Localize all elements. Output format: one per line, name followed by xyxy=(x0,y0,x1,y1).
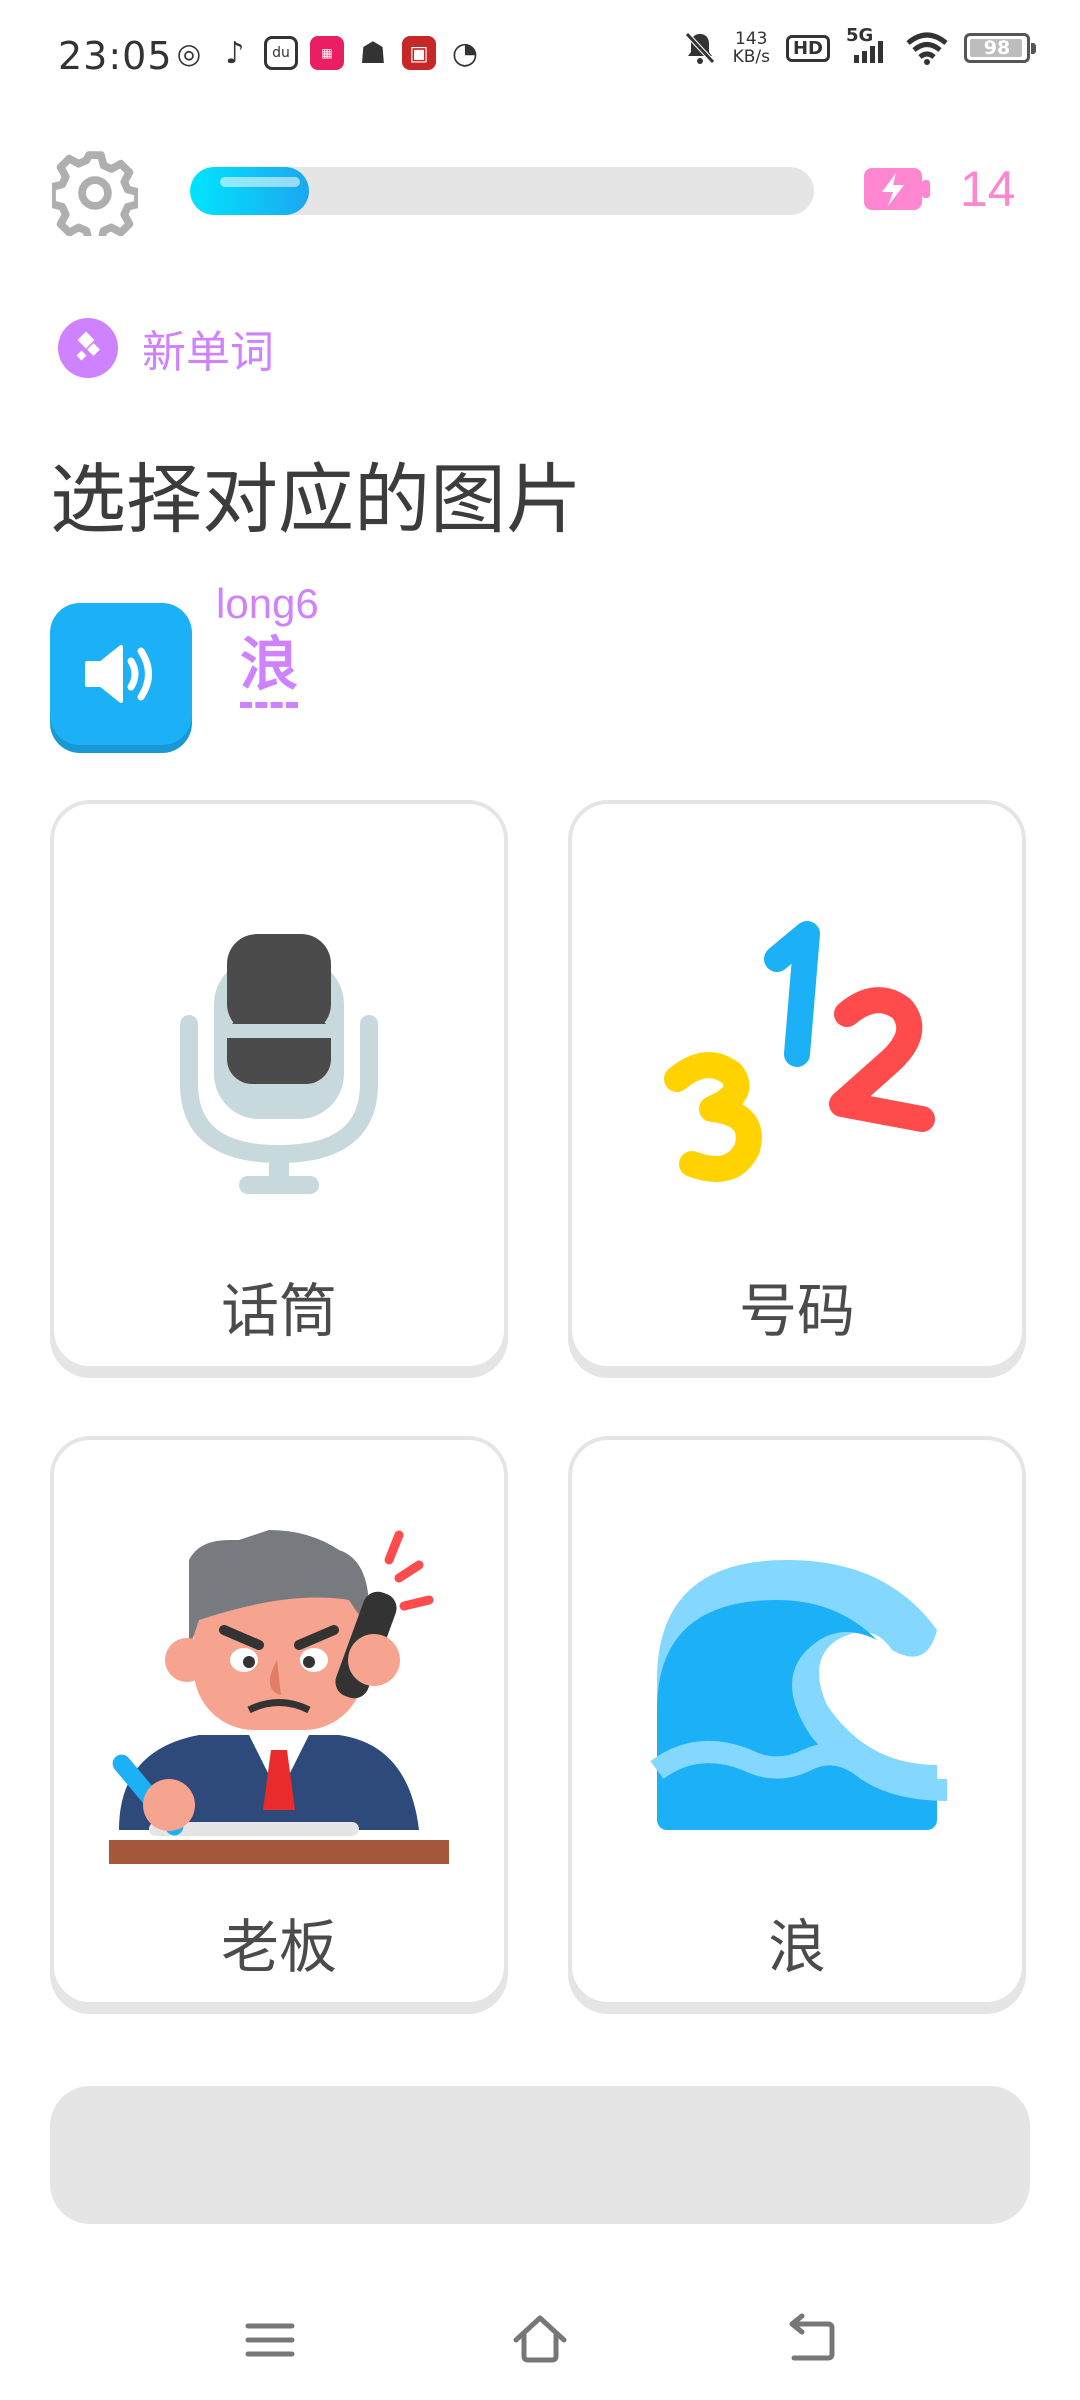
status-bar: 23:05 ◎ ♪ du ▦ ☗ ▣ ◔ 143 KB/s HD 5G 98 xyxy=(0,0,1080,110)
option-image xyxy=(572,1520,1022,1860)
status-time: 23:05 xyxy=(58,34,173,78)
play-audio-button[interactable] xyxy=(50,603,192,745)
boss-icon xyxy=(109,1530,449,1864)
option-card-boss[interactable]: 老板 xyxy=(50,1436,508,2006)
signal-bars-icon xyxy=(854,41,883,63)
option-label: 浪 xyxy=(767,1913,826,1981)
prompt-pinyin: long6 xyxy=(216,580,319,627)
weibo-icon: ◎ xyxy=(176,36,202,70)
energy-indicator[interactable]: 14 xyxy=(862,160,1016,218)
menu-icon[interactable] xyxy=(240,2310,300,2370)
browser-app-icon: ◔ xyxy=(451,35,479,71)
energy-battery-icon xyxy=(864,168,930,210)
notification-icons: ◎ ♪ du ▦ ☗ ▣ ◔ xyxy=(172,35,482,71)
lesson-progress-fill xyxy=(190,167,309,215)
qq-icon: ☗ xyxy=(359,35,387,71)
exercise-title: 选择对应的图片 xyxy=(50,455,582,544)
mute-bell-icon xyxy=(684,32,715,64)
cellular-signal-icon: 5G xyxy=(846,25,890,65)
shopping-app-icon: ▦ xyxy=(310,36,344,70)
hd-badge: HD xyxy=(785,34,830,62)
check-button[interactable] xyxy=(50,2086,1030,2224)
wave-icon xyxy=(650,1560,947,1830)
option-card-wave[interactable]: 浪 xyxy=(568,1436,1026,2006)
prompt-character[interactable]: 浪 xyxy=(240,630,299,708)
wifi-icon xyxy=(906,32,948,65)
option-image xyxy=(54,1520,504,1864)
battery-level: 98 xyxy=(983,37,1011,59)
net-speed: 143 KB/s xyxy=(733,30,770,66)
microphone-icon xyxy=(180,934,378,1194)
option-label: 话筒 xyxy=(220,1277,337,1345)
back-icon[interactable] xyxy=(780,2310,840,2370)
new-word-badge: 新单词 xyxy=(58,316,274,380)
new-word-label: 新单词 xyxy=(142,327,274,378)
numbers-icon xyxy=(664,921,935,1182)
tiktok-icon: ♪ xyxy=(225,35,245,71)
option-card-numbers[interactable]: 号码 xyxy=(568,800,1026,1370)
new-word-icon xyxy=(58,318,118,378)
option-card-microphone[interactable]: 话筒 xyxy=(50,800,508,1370)
option-label: 号码 xyxy=(738,1277,855,1345)
net-speed-value: 143 xyxy=(735,29,768,49)
battery-icon: 98 xyxy=(964,33,1036,63)
energy-count: 14 xyxy=(960,161,1016,217)
option-label: 老板 xyxy=(220,1913,337,1981)
du-app-icon: du xyxy=(264,36,298,70)
speaker-icon xyxy=(85,645,152,703)
settings-gear-icon[interactable] xyxy=(52,150,138,236)
option-image xyxy=(54,884,504,1224)
home-icon[interactable] xyxy=(510,2310,570,2370)
net-speed-unit: KB/s xyxy=(732,47,770,67)
lesson-progress-bar xyxy=(190,167,814,215)
system-icons: 143 KB/s HD 5G 98 xyxy=(683,25,1036,66)
store-app-icon: ▣ xyxy=(402,36,436,70)
system-nav-bar xyxy=(0,2290,1080,2400)
option-image xyxy=(572,884,1022,1224)
